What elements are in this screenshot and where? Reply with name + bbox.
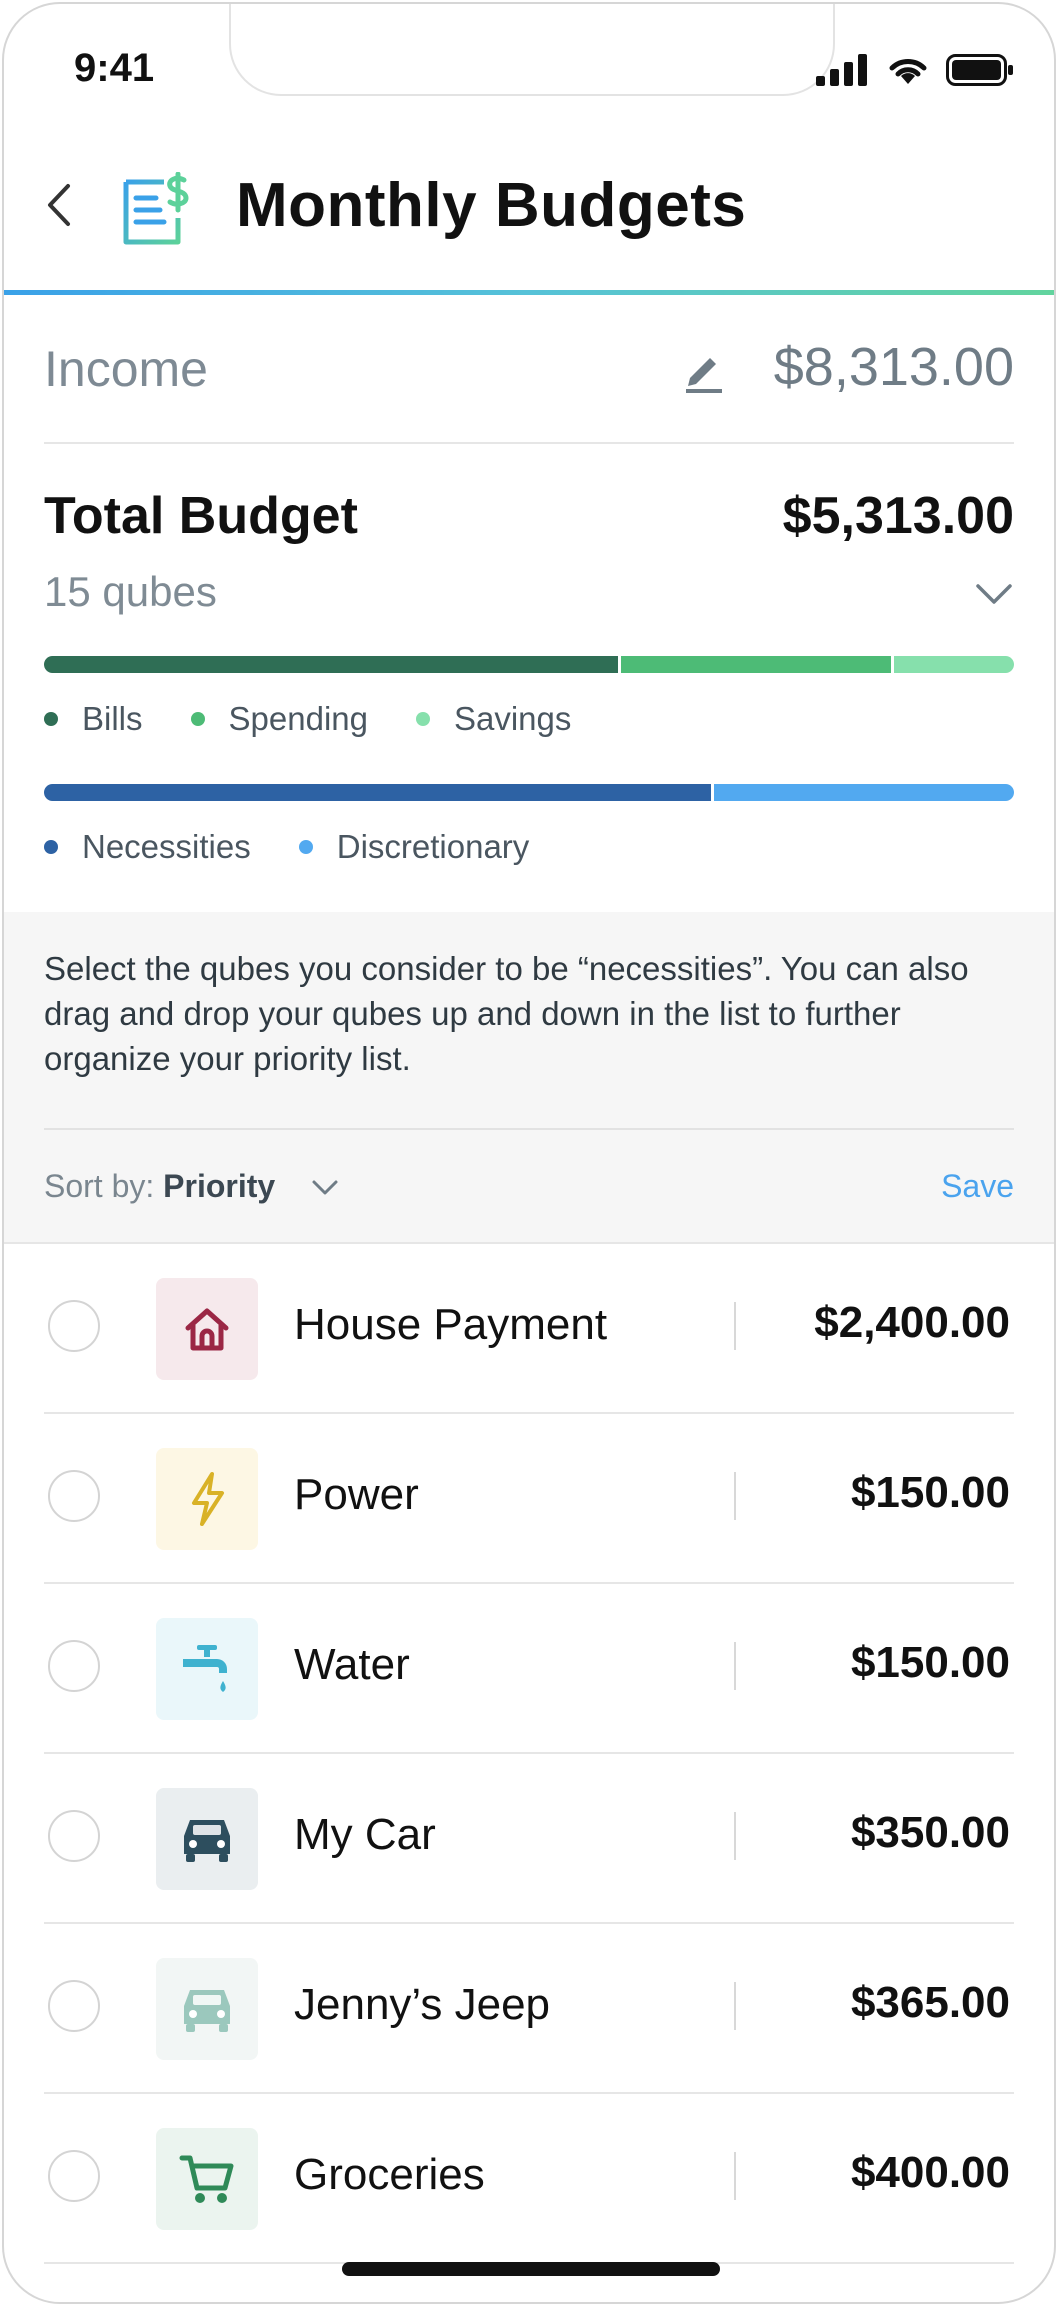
- qube-name: Power: [294, 1470, 419, 1519]
- qube-name: Groceries: [294, 2150, 485, 2199]
- qube-name: House Payment: [294, 1300, 608, 1349]
- bar-segment-discretionary: [714, 784, 1014, 801]
- legend-dot: [415, 712, 430, 726]
- qube-row[interactable]: Jenny’s Jeep $365.00: [4, 1924, 1054, 2094]
- category-breakdown-bar: [44, 656, 1014, 673]
- necessity-radio[interactable]: [48, 1980, 100, 2032]
- total-budget-value: $5,313.00: [782, 487, 1014, 545]
- legend-label: Savings: [453, 700, 572, 737]
- legend-label: Spending: [228, 700, 368, 737]
- car-icon: [178, 1814, 236, 1864]
- legend-dot: [298, 840, 313, 854]
- bar-segment-bills: [44, 656, 618, 673]
- vertical-divider: [734, 1982, 736, 2030]
- status-time: 9:41: [74, 46, 155, 90]
- qube-row[interactable]: House Payment $2,400.00: [4, 1244, 1054, 1414]
- bar-segment-savings: [893, 656, 1014, 673]
- legend-item-bills: Bills: [44, 700, 143, 738]
- qube-amount: $150.00: [850, 1468, 1010, 1517]
- income-label: Income: [44, 341, 208, 397]
- budget-document-icon: [123, 172, 189, 245]
- legend-item-discretionary: Discretionary: [298, 828, 530, 866]
- vertical-divider: [734, 1302, 736, 1350]
- necessity-radio[interactable]: [48, 1300, 100, 1352]
- cart-icon: [179, 2152, 235, 2206]
- chevron-down-icon[interactable]: [974, 580, 1014, 610]
- income-value: $8,313.00: [773, 337, 1014, 397]
- legend-item-necessities: Necessities: [44, 828, 251, 866]
- save-button[interactable]: Save: [941, 1168, 1014, 1205]
- lightning-icon-tile: [156, 1448, 258, 1550]
- device-notch: [229, 4, 835, 96]
- legend-dot: [190, 712, 205, 726]
- qube-row[interactable]: Water $150.00: [4, 1584, 1054, 1754]
- phone-frame: 9:41 Monthly Budgets Income $8,313.00 To…: [2, 2, 1056, 2304]
- page-title: Monthly Budgets: [236, 171, 747, 240]
- legend-label: Discretionary: [336, 828, 530, 865]
- priority-breakdown-bar: [44, 784, 1014, 801]
- header-gradient-divider: [4, 290, 1054, 295]
- legend-dot: [44, 840, 58, 854]
- necessity-radio[interactable]: [48, 1470, 100, 1522]
- qube-amount: $150.00: [850, 1638, 1010, 1687]
- car-icon-tile: [156, 1958, 258, 2060]
- legend-item-savings: Savings: [415, 700, 572, 738]
- qubes-count: 15 qubes: [44, 568, 217, 615]
- qube-amount: $365.00: [850, 1978, 1010, 2027]
- lightning-icon: [182, 1471, 232, 1527]
- wifi-icon: [889, 59, 927, 84]
- qube-name: My Car: [294, 1810, 436, 1859]
- qube-amount: $2,400.00: [814, 1298, 1010, 1347]
- necessity-radio[interactable]: [48, 1640, 100, 1692]
- instructions-text: Select the qubes you consider to be “nec…: [44, 950, 969, 1077]
- cellular-signal-icon: [816, 54, 867, 86]
- status-icons: [816, 54, 1014, 86]
- bar-segment-necessities: [44, 784, 712, 801]
- qube-row[interactable]: My Car $350.00: [4, 1754, 1054, 1924]
- vertical-divider: [734, 1642, 736, 1690]
- income-row: Income $8,313.00: [44, 330, 1014, 410]
- faucet-icon-tile: [156, 1618, 258, 1720]
- legend-dot: [44, 712, 58, 726]
- chevron-down-icon[interactable]: [310, 1176, 340, 1200]
- sort-prefix: Sort by:: [44, 1168, 155, 1204]
- total-budget-label: Total Budget: [44, 487, 358, 545]
- cart-icon-tile: [156, 2128, 258, 2230]
- home-indicator[interactable]: [342, 2262, 720, 2276]
- legend-label: Bills: [82, 700, 143, 737]
- category-legend: Bills Spending Savings: [44, 700, 619, 738]
- vertical-divider: [734, 2152, 736, 2200]
- car-icon-tile: [156, 1788, 258, 1890]
- qube-amount: $350.00: [850, 1808, 1010, 1857]
- bar-segment-spending: [620, 656, 891, 673]
- qube-amount: $400.00: [850, 2148, 1010, 2197]
- instructions-panel: Select the qubes you consider to be “nec…: [4, 912, 1054, 1244]
- battery-icon: [946, 54, 1013, 86]
- vertical-divider: [734, 1472, 736, 1520]
- necessity-radio[interactable]: [48, 1810, 100, 1862]
- divider: [44, 1128, 1014, 1130]
- sort-value: Priority: [163, 1168, 276, 1204]
- qube-name: Jenny’s Jeep: [294, 1980, 551, 2029]
- sort-control[interactable]: Sort by: Priority: [44, 1168, 275, 1205]
- qube-row[interactable]: Groceries $400.00: [4, 2094, 1054, 2264]
- house-icon: [182, 1304, 232, 1354]
- app-header: Monthly Budgets: [4, 144, 1054, 274]
- necessity-radio[interactable]: [48, 2150, 100, 2202]
- faucet-icon: [177, 1639, 237, 1699]
- divider: [44, 442, 1014, 444]
- car-icon: [178, 1984, 236, 2034]
- qube-row[interactable]: Power $150.00: [4, 1414, 1054, 1584]
- qube-name: Water: [294, 1640, 410, 1689]
- edit-pencil-icon[interactable]: [684, 348, 724, 394]
- legend-label: Necessities: [82, 828, 251, 865]
- qube-list: House Payment $2,400.00 Power $150.00 Water $…: [4, 1244, 1054, 2264]
- legend-item-spending: Spending: [190, 700, 368, 738]
- vertical-divider: [734, 1812, 736, 1860]
- back-chevron-icon[interactable]: [40, 180, 76, 230]
- house-icon-tile: [156, 1278, 258, 1380]
- priority-legend: Necessities Discretionary: [44, 828, 577, 866]
